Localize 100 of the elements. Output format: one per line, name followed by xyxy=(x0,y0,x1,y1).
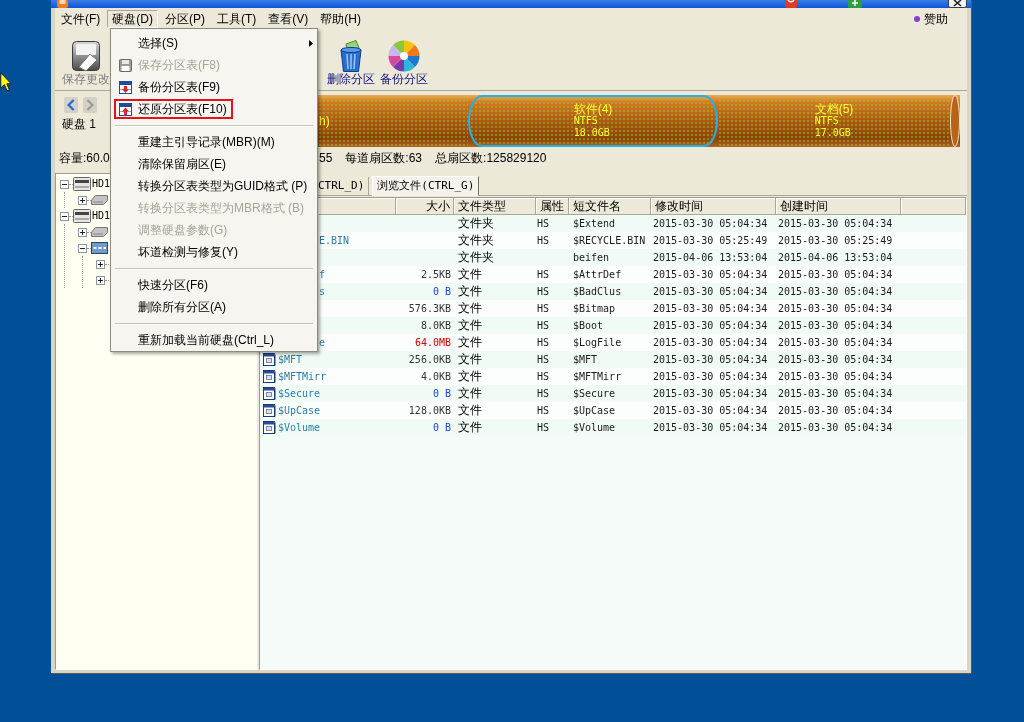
file-icon xyxy=(263,387,276,400)
menu-item[interactable]: 备份分区表(F9) xyxy=(114,77,226,97)
modified-time: 2015-03-30 05:25:49 xyxy=(653,235,768,246)
file-attributes: HS xyxy=(537,286,550,297)
menu-item[interactable]: 重新加载当前硬盘(Ctrl_L) xyxy=(114,330,280,350)
app-icon xyxy=(57,0,68,8)
toolbar-button[interactable]: 删除分区 xyxy=(325,30,377,90)
created-time: 2015-04-06 13:53:04 xyxy=(778,252,893,263)
short-name: $MFT xyxy=(573,354,598,365)
modified-time: 2015-03-30 05:04:34 xyxy=(653,269,768,280)
file-name: $Secure xyxy=(278,388,321,399)
file-type: 文件 xyxy=(458,351,482,368)
partition-segment[interactable]: 文档(5) NTFS 17.0GB xyxy=(718,95,950,147)
expand-icon[interactable] xyxy=(96,275,105,285)
menu-item[interactable]: 还原分区表(F10) xyxy=(114,99,233,119)
menu-item[interactable]: 删除所有分区(A) xyxy=(114,297,232,317)
file-type: 文件 xyxy=(458,317,482,334)
cursor-icon xyxy=(0,72,12,92)
collapse-icon[interactable] xyxy=(78,243,87,253)
expand-icon[interactable] xyxy=(96,259,105,269)
file-attributes: HS xyxy=(537,371,550,382)
table-row[interactable]: $MFTMirr 4.0KB 文件 HS $MFTMirr 2015-03-30 05:04:34 2015-03-30 05:04:34 xyxy=(260,368,966,385)
created-time: 2015-03-30 05:04:34 xyxy=(778,422,893,433)
menu-item[interactable]: 帮助(H) xyxy=(315,10,366,28)
file-name: e xyxy=(319,337,326,348)
file-size: 0 B xyxy=(432,388,451,399)
menu-item[interactable]: 工具(T) xyxy=(212,10,262,28)
column-header[interactable]: 创建时间 xyxy=(776,198,901,215)
tree-label[interactable]: HD1 xyxy=(92,209,111,223)
column-header[interactable]: 文件类型 xyxy=(454,198,536,215)
collapse-icon[interactable] xyxy=(60,179,69,189)
file-name: $MFTMirr xyxy=(278,371,327,382)
sponsor-link[interactable]: 赞助 xyxy=(924,11,948,27)
menu-item[interactable]: 转换分区表类型为GUID格式 (P) xyxy=(114,176,314,196)
file-attributes: HS xyxy=(537,354,550,365)
partition-segment[interactable]: 软件(4) NTFS 18.0GB xyxy=(468,95,718,147)
menu-item[interactable]: 查看(V) xyxy=(263,10,314,28)
modified-time: 2015-03-30 05:04:34 xyxy=(653,218,768,229)
file-attributes: HS xyxy=(537,388,550,399)
tab[interactable]: 浏览文件(CTRL_G) xyxy=(372,176,480,196)
modified-time: 2015-03-30 05:04:34 xyxy=(653,422,768,433)
column-header[interactable]: 短文件名 xyxy=(569,198,651,215)
created-time: 2015-03-30 05:04:34 xyxy=(778,286,893,297)
column-header[interactable]: 修改时间 xyxy=(651,198,776,215)
close-button[interactable] xyxy=(948,0,967,8)
file-name: E.BIN xyxy=(319,235,350,246)
save-icon xyxy=(70,40,102,72)
file-icon xyxy=(263,370,276,383)
tile-icon[interactable] xyxy=(848,0,862,8)
file-size: 576.3KB xyxy=(408,303,451,314)
created-time: 2015-03-30 05:04:34 xyxy=(778,269,893,280)
partition-name: 软件(4) xyxy=(573,103,613,115)
file-type: 文件夹 xyxy=(458,249,494,266)
modified-time: 2015-03-30 05:04:34 xyxy=(653,303,768,314)
menu-item[interactable]: 快速分区(F6) xyxy=(114,275,214,295)
file-name: $MFT xyxy=(278,354,303,365)
file-name: $UpCase xyxy=(278,405,321,416)
table-row[interactable]: 576.3KB 文件 HS $Bitmap 2015-03-30 05:04:34 2015-03-30 05:04:34 xyxy=(319,300,966,317)
short-name: $MFTMirr xyxy=(573,371,622,382)
hard-drive-icon xyxy=(73,177,91,191)
table-row[interactable]: e 64.0MB 文件 HS $LogFile 2015-03-30 05:04:34 2015-03-30 05:04:34 xyxy=(319,334,966,351)
short-name: $RECYCLE.BIN xyxy=(573,235,646,246)
file-type: 文件 xyxy=(458,283,482,300)
back-button[interactable] xyxy=(64,97,78,113)
created-time: 2015-03-30 05:25:49 xyxy=(778,235,893,246)
file-type: 文件 xyxy=(458,300,482,317)
table-row[interactable]: E.BIN 文件夹 HS $RECYCLE.BIN 2015-03-30 05:25:49 2015-03-30 05:25:49 xyxy=(319,232,966,249)
toolbar-button[interactable]: 备份分区 xyxy=(378,30,430,90)
partition-segment[interactable]: h) xyxy=(318,95,468,147)
modified-time: 2015-03-30 05:04:34 xyxy=(653,286,768,297)
table-row[interactable]: f 2.5KB 文件 HS $AttrDef 2015-03-30 05:04:34 2015-03-30 05:04:34 xyxy=(319,266,966,283)
menu-item[interactable]: 重建主引导记录(MBR)(M) xyxy=(114,132,281,152)
expand-icon[interactable] xyxy=(78,195,87,205)
short-name: $Extend xyxy=(573,218,616,229)
file-type: 文件夹 xyxy=(458,215,494,232)
chevron-right-icon xyxy=(86,99,94,111)
bullet-icon xyxy=(914,16,920,22)
menu-item[interactable]: 硬盘(D) xyxy=(107,10,158,28)
column-header[interactable]: 大小 xyxy=(396,198,454,215)
collapse-icon[interactable] xyxy=(60,211,69,221)
chevron-left-icon xyxy=(67,99,75,111)
menu-item[interactable]: 文件(F) xyxy=(56,10,106,28)
menu-item[interactable]: 分区(P) xyxy=(160,10,210,28)
file-attributes: HS xyxy=(537,269,550,280)
tree-label[interactable]: HD1 xyxy=(92,177,111,191)
expand-icon[interactable] xyxy=(78,227,87,237)
file-name: $Volume xyxy=(278,422,321,433)
short-name: $Secure xyxy=(573,388,616,399)
table-row[interactable]: $UpCase 128.0KB 文件 HS $UpCase 2015-03-30 05:04:34 2015-03-30 05:04:34 xyxy=(260,402,966,419)
partition-name: h) xyxy=(319,115,330,127)
menu-item[interactable]: 坏道检测与修复(Y) xyxy=(114,242,244,262)
menu-item[interactable]: 清除保留扇区(E) xyxy=(114,154,232,174)
column-header xyxy=(901,198,966,215)
file-size: 0 B xyxy=(432,286,451,297)
short-name: beifen xyxy=(573,252,610,263)
disk-info-text: 55 xyxy=(319,151,333,167)
menu-item[interactable]: 选择(S) xyxy=(114,33,184,53)
column-header[interactable]: 属性 xyxy=(536,198,569,215)
partition-name: 文档(5) xyxy=(814,103,854,115)
file-type: 文件 xyxy=(458,402,482,419)
